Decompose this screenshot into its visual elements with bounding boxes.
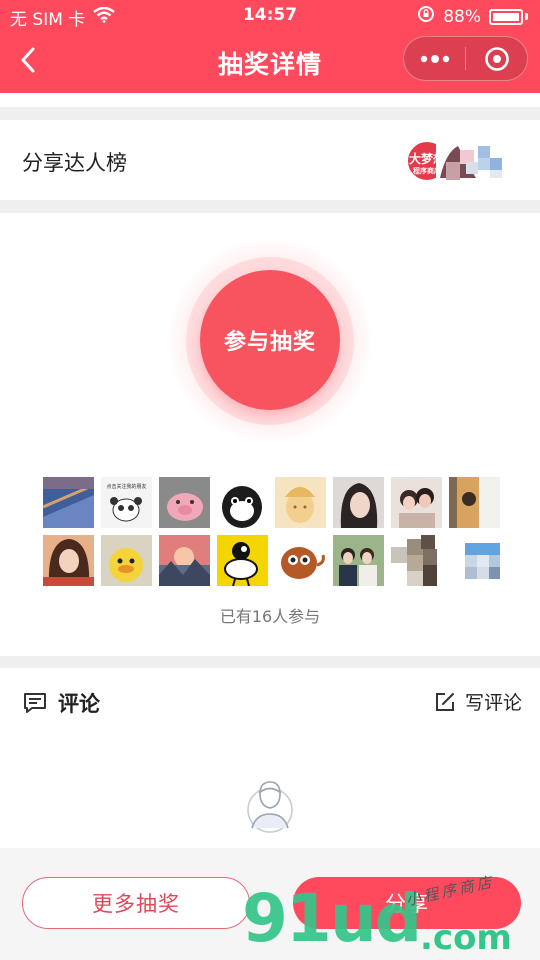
more-dots-icon [420, 54, 449, 63]
comments-title: 评论 [58, 692, 100, 716]
share-leaderboard-row[interactable]: 分享达人榜 大梦想 程序商店 [0, 120, 540, 200]
share-avatar-stack: 大梦想 程序商店 [406, 140, 506, 182]
watermark-brand: 91ud [242, 880, 422, 957]
participant-avatar[interactable] [43, 477, 94, 528]
watermark-domain: .com [420, 918, 512, 958]
close-button[interactable] [466, 37, 527, 80]
participant-avatar[interactable] [449, 477, 500, 528]
top-strip [0, 93, 540, 107]
status-right: 88% [417, 5, 528, 28]
participant-avatar[interactable] [217, 477, 268, 528]
more-lottery-button[interactable]: 更多抽奖 [22, 877, 250, 929]
comments-header: 评论 [22, 688, 100, 718]
participant-avatar[interactable] [333, 535, 384, 586]
orientation-lock-icon [417, 5, 435, 28]
edit-icon [435, 692, 454, 711]
participant-avatar[interactable] [101, 535, 152, 586]
navbar: 抽奖详情 [0, 30, 540, 93]
more-button[interactable] [404, 37, 465, 80]
avatar-caption: 点击关注我的朋友 [106, 483, 146, 490]
battery-icon [489, 8, 523, 25]
participant-avatar[interactable] [275, 535, 326, 586]
menu-capsule [403, 36, 528, 81]
close-circle-icon [484, 46, 509, 71]
participant-avatar[interactable] [275, 477, 326, 528]
page: 无 SIM 卡 14:57 88% 抽奖详情 分享达人榜 大梦想 程序商店 参与… [0, 0, 540, 960]
write-comment-button[interactable]: 写评论 [433, 688, 522, 715]
participant-avatar[interactable] [43, 535, 94, 586]
participant-count-text: 已有16人参与 [219, 607, 321, 626]
participant-avatar[interactable] [333, 477, 384, 528]
comments-section: 评论 写评论 [0, 668, 540, 848]
participant-avatar-grid: 点击关注我的朋友 [43, 477, 503, 586]
participant-avatar[interactable] [391, 535, 442, 586]
header: 无 SIM 卡 14:57 88% 抽奖详情 [0, 0, 540, 93]
participant-avatar[interactable] [217, 535, 268, 586]
write-comment-label: 写评论 [464, 692, 522, 714]
comment-icon [24, 693, 46, 713]
share-leaderboard-title: 分享达人榜 [22, 151, 127, 175]
participant-avatar[interactable] [449, 535, 500, 586]
battery-percent: 88% [443, 6, 481, 27]
participant-avatar[interactable] [159, 477, 210, 528]
battery-tip [525, 13, 528, 20]
join-lottery-button[interactable]: 参与抽奖 [200, 270, 340, 410]
lottery-card: 参与抽奖 点击关注我的朋友 已有16人参与 [0, 213, 540, 656]
participant-avatar[interactable]: 点击关注我的朋友 [101, 477, 152, 528]
participant-avatar[interactable] [159, 535, 210, 586]
empty-comments-illustration-icon [247, 781, 293, 833]
status-bar: 无 SIM 卡 14:57 88% [0, 0, 540, 30]
participant-avatar[interactable] [391, 477, 442, 528]
avatar-pixel [466, 146, 502, 178]
